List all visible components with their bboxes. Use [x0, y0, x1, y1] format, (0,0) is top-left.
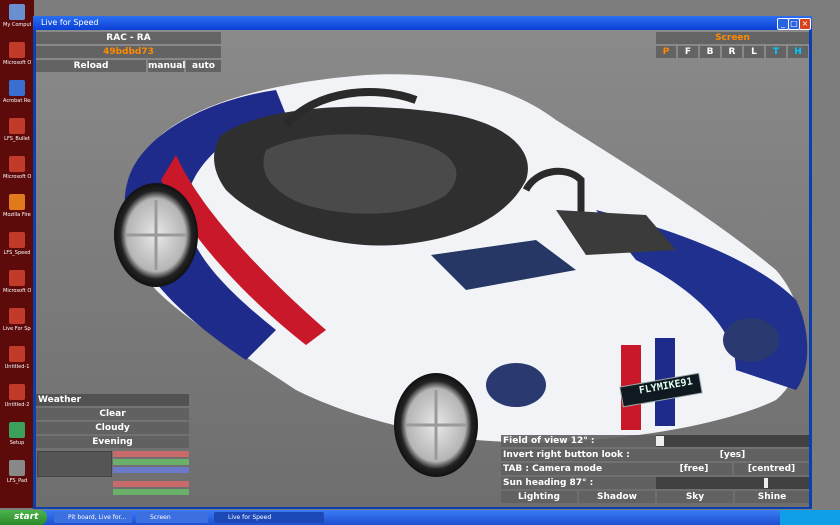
desktop-app-icon: [9, 384, 25, 400]
reload-button[interactable]: Reload: [36, 60, 146, 72]
desktop-icon-label: Setup: [9, 440, 25, 446]
invert-label: Invert right button look :: [501, 449, 656, 461]
taskbar: start Pit board, Live for... Screen Live…: [0, 510, 840, 525]
view-button-t[interactable]: T: [766, 46, 786, 58]
desktop-icon[interactable]: Untitled-1: [3, 346, 31, 380]
desktop-app-icon: [9, 232, 25, 248]
desktop-icon-label: My Computer: [3, 22, 31, 28]
view-button-l[interactable]: L: [744, 46, 764, 58]
system-tray: [780, 510, 840, 525]
game-window: Live for Speed _ □ × FLYMIKE91 RAC - RA …: [33, 16, 812, 509]
weather-cloudy-button[interactable]: Cloudy: [36, 422, 189, 434]
desktop-icon-label: Live For Speed: [3, 326, 31, 332]
view-button-b[interactable]: B: [700, 46, 720, 58]
tail-light-left: [486, 363, 546, 407]
desktop-app-icon: [9, 80, 25, 96]
desktop-icon[interactable]: Microsoft Office Wo...: [3, 42, 31, 76]
auto-button[interactable]: auto: [186, 60, 221, 72]
sun-slider-handle[interactable]: [764, 478, 768, 488]
start-button[interactable]: start: [0, 510, 47, 525]
desktop-app-icon: [9, 42, 25, 58]
close-button[interactable]: ×: [799, 18, 811, 30]
task-screen[interactable]: Screen: [136, 512, 208, 523]
desktop-icon-label: Acrobat Reader: [3, 98, 31, 104]
weather-evening-button[interactable]: Evening: [36, 436, 189, 448]
desktop-app-icon: [9, 346, 25, 362]
sun-heading-label: Sun heading 87° :: [501, 477, 656, 489]
tail-light-right: [723, 318, 779, 362]
weather-title: Weather: [36, 394, 189, 406]
tab-lighting[interactable]: Lighting: [501, 491, 577, 503]
invert-toggle[interactable]: [yes]: [656, 449, 809, 461]
manual-button[interactable]: manual: [148, 60, 185, 72]
desktop-app-icon: [9, 118, 25, 134]
desktop-icon[interactable]: My Computer: [3, 4, 31, 38]
desktop-icon[interactable]: Live For Speed: [3, 308, 31, 342]
task-live-for-speed[interactable]: Live for Speed: [214, 512, 324, 523]
desktop-icon-label: LFS_Speed: [3, 250, 31, 256]
desktop-icon-label: LFS_Pad: [6, 478, 28, 484]
skin-name-label: 49bdbd73: [36, 46, 221, 58]
desktop-app-icon: [9, 422, 25, 438]
desktop-icon[interactable]: Acrobat Reader: [3, 80, 31, 114]
weather-clear-button[interactable]: Clear: [36, 408, 189, 420]
desktop-app-icon: [9, 460, 25, 476]
desktop-icon[interactable]: Untitled-2: [3, 384, 31, 418]
desktop-icon-column: My Computer Microsoft Office Wo... Acrobat…: [0, 0, 34, 508]
fov-label: Field of view 12° :: [501, 435, 656, 447]
desktop-icon[interactable]: LFS_Pad: [3, 460, 31, 494]
fov-slider-handle[interactable]: [656, 436, 664, 446]
desktop-icon[interactable]: LFS_Bullet: [3, 118, 31, 152]
desktop-icon-label: Mozilla Firefox: [3, 212, 31, 218]
tab-shadow[interactable]: Shadow: [579, 491, 655, 503]
desktop-icon[interactable]: LFS_Speed: [3, 232, 31, 266]
desktop-icon-label: Microsoft Office Po...: [3, 288, 31, 294]
camera-centred-button[interactable]: [centred]: [734, 463, 809, 475]
desktop-icon-label: Untitled-2: [4, 402, 30, 408]
desktop-icon-label: LFS_Bullet: [4, 136, 30, 142]
desktop-icon[interactable]: Microsoft Office Po...: [3, 270, 31, 304]
tab-sky[interactable]: Sky: [657, 491, 733, 503]
tab-shine[interactable]: Shine: [735, 491, 809, 503]
fov-slider[interactable]: [656, 435, 809, 447]
view-button-r[interactable]: R: [722, 46, 742, 58]
desktop-icon-label: Untitled-1: [4, 364, 30, 370]
view-button-h[interactable]: H: [788, 46, 808, 58]
desktop-icon-label: Microsoft Office Wo...: [3, 174, 31, 180]
camera-mode-label: TAB : Camera mode: [501, 463, 656, 475]
sun-heading-slider[interactable]: [656, 477, 809, 489]
window-title: Live for Speed: [41, 18, 99, 27]
color-preview-box: [37, 451, 112, 477]
desktop-app-icon: [9, 156, 25, 172]
view-button-p[interactable]: P: [656, 46, 676, 58]
desktop-app-icon: [9, 270, 25, 286]
screen-label: Screen: [656, 32, 809, 44]
desktop-app-icon: [9, 308, 25, 324]
desktop-app-icon: [9, 194, 25, 210]
desktop-icon[interactable]: Microsoft Office Wo...: [3, 156, 31, 190]
task-pit-board[interactable]: Pit board, Live for...: [54, 512, 132, 523]
view-button-f[interactable]: F: [678, 46, 698, 58]
window-titlebar[interactable]: Live for Speed _ □ ×: [33, 16, 812, 30]
desktop-app-icon: [9, 4, 25, 20]
game-viewport[interactable]: FLYMIKE91 RAC - RA 49bdbd73 Reload manua…: [36, 30, 809, 507]
car-name-label: RAC - RA: [36, 32, 221, 44]
camera-free-button[interactable]: [free]: [656, 463, 732, 475]
desktop-icon[interactable]: Mozilla Firefox: [3, 194, 31, 228]
desktop-icon-label: Microsoft Office Wo...: [3, 60, 31, 66]
color-sliders[interactable]: [113, 451, 189, 501]
desktop-icon[interactable]: Setup: [3, 422, 31, 456]
